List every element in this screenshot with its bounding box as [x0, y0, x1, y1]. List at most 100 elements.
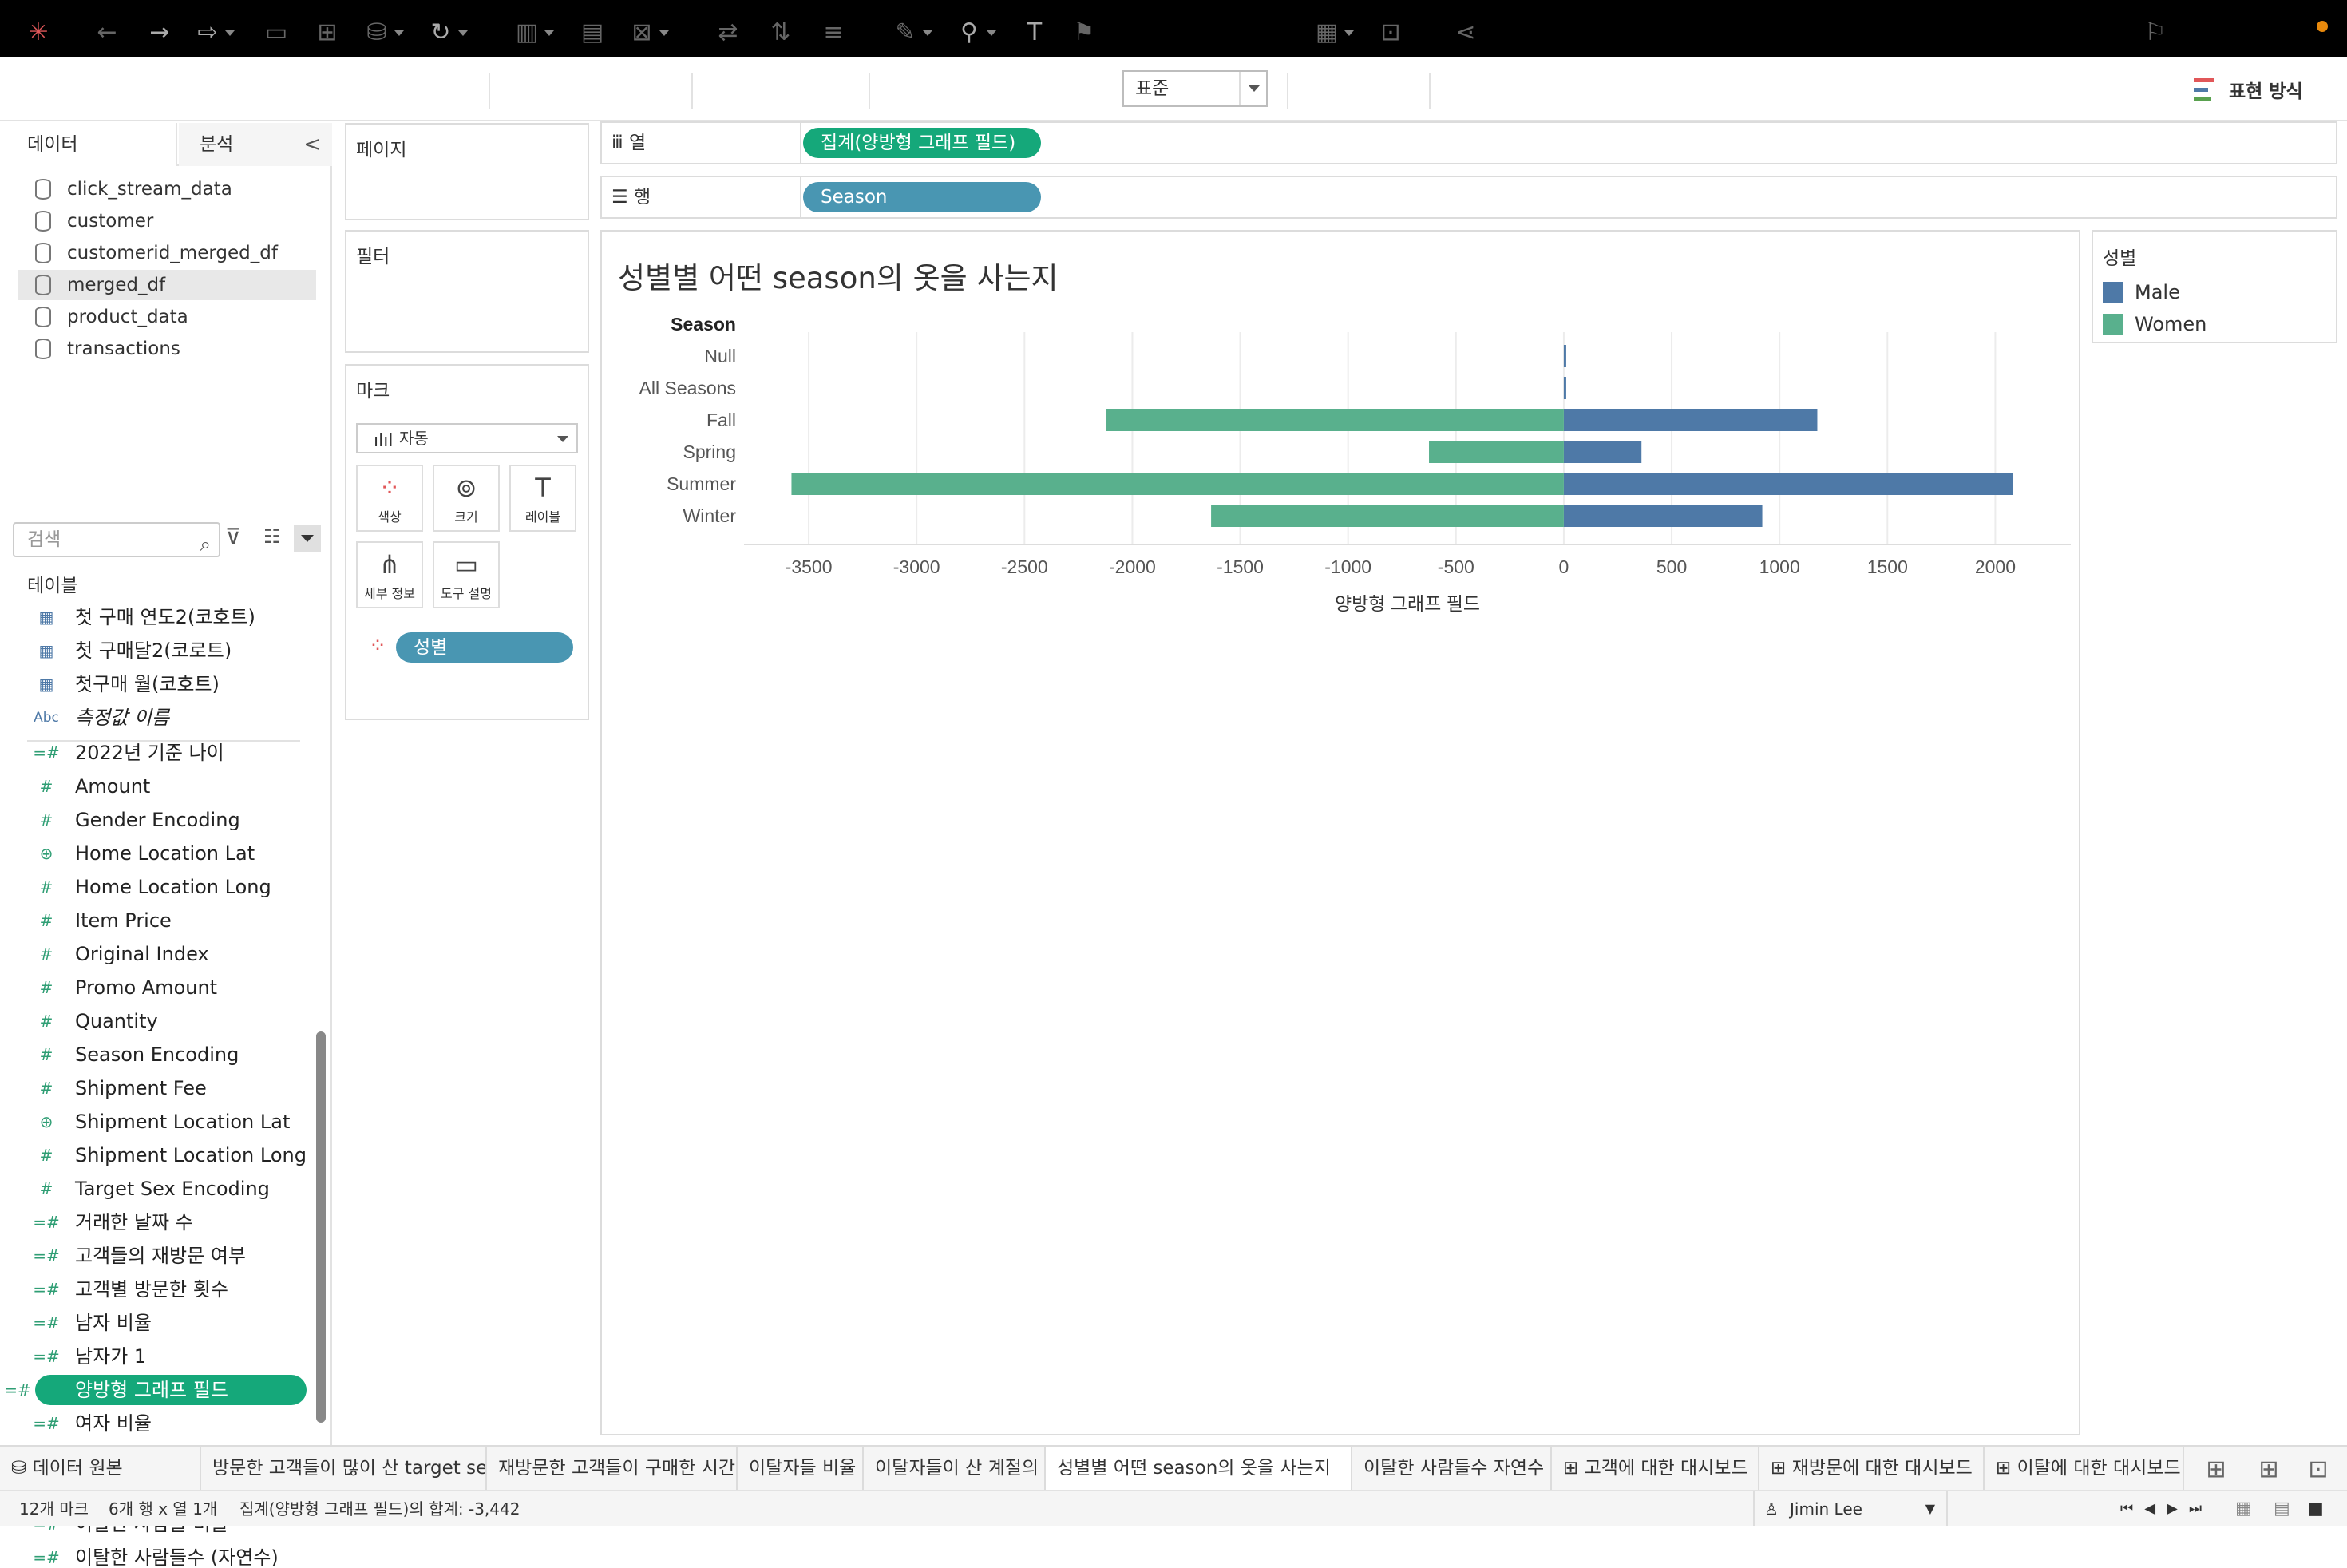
highlight-icon[interactable]: ✎	[889, 14, 932, 49]
group-icon[interactable]: ⚲	[953, 14, 996, 49]
filter-icon[interactable]: ⊽	[225, 524, 242, 550]
field-item[interactable]: =# 여자 비율	[27, 1408, 307, 1439]
swap-icon[interactable]: ⇄	[712, 14, 744, 49]
mark-color-dots-button[interactable]: ⁘ 색상	[356, 465, 423, 532]
search-icon[interactable]: ⌕	[200, 529, 211, 560]
pin-icon[interactable]: ⚑	[1068, 14, 1100, 49]
x-tick-label: 2000	[1975, 556, 2016, 577]
field-item[interactable]: # Quantity	[27, 1006, 307, 1036]
field-item[interactable]: =# 남자가 1	[27, 1341, 307, 1372]
mark-tooltip-button[interactable]: ▭ 도구 설명	[433, 541, 500, 608]
fit-select[interactable]: 표준	[1122, 70, 1268, 107]
sheet-tab[interactable]: 이탈자들 비율	[738, 1447, 864, 1490]
undo-icon[interactable]: ←	[91, 14, 123, 49]
user-menu[interactable]: ♙ Jimin Lee ▼	[1753, 1491, 1948, 1526]
sheet-tab[interactable]: ⊞ 고객에 대한 대시보드	[1552, 1447, 1759, 1490]
field-item[interactable]: # Amount	[27, 771, 307, 802]
sort-ascending-icon[interactable]: ⇅	[765, 14, 797, 49]
field-item[interactable]: =# 고객들의 재방문 여부	[27, 1241, 307, 1271]
field-item[interactable]: # Shipment Location Long	[27, 1140, 307, 1170]
datasource-item[interactable]: merged_df	[18, 270, 316, 300]
field-item[interactable]: =# 이탈한 사람들수 (자연수)	[27, 1542, 307, 1568]
field-item[interactable]: =# 2022년 기준 나이	[27, 738, 307, 768]
grid-view-icon[interactable]: ▦	[2235, 1491, 2252, 1526]
new-worksheet-icon[interactable]: ⊞	[2200, 1451, 2232, 1487]
field-item[interactable]: =# 거래한 날짜 수	[27, 1207, 307, 1237]
search-input[interactable]: 검색 ⌕	[13, 522, 220, 557]
field-item[interactable]: # Shipment Fee	[27, 1073, 307, 1103]
field-item[interactable]: Abc 측정값 이름	[27, 703, 307, 733]
save-icon[interactable]: ▭	[260, 14, 292, 49]
field-item[interactable]: ▦ 첫 구매달2(코로트)	[27, 636, 307, 666]
field-item[interactable]: # Original Index	[27, 939, 307, 969]
mark-label-button[interactable]: T 레이블	[509, 465, 576, 532]
field-item[interactable]: # Season Encoding	[27, 1039, 307, 1070]
tab-analysis[interactable]: 분석 <	[179, 123, 332, 166]
field-item[interactable]: ⊕ Shipment Location Lat	[27, 1107, 307, 1137]
rows-pill[interactable]: Season	[803, 182, 1041, 212]
filmstrip-view-icon[interactable]: ▤	[2274, 1491, 2290, 1526]
tab-view-icon[interactable]: ■	[2307, 1491, 2324, 1526]
sheet-navigation[interactable]: ⏮◀▶⏭	[2120, 1491, 2213, 1526]
pages-card[interactable]: 페이지	[345, 123, 589, 220]
field-item[interactable]: ⊕ Home Location Lat	[27, 838, 307, 869]
new-story-icon[interactable]: ⊡	[2302, 1451, 2334, 1487]
mark-detail-button[interactable]: ⋔ 세부 정보	[356, 541, 423, 608]
datasource-label: merged_df	[67, 275, 166, 295]
view-dropdown-button[interactable]	[294, 525, 321, 552]
datasource-item[interactable]: product_data	[18, 302, 316, 332]
columns-pill[interactable]: 집계(양방형 그래프 필드)	[803, 128, 1041, 158]
sheet-tab[interactable]: 이탈한 사람들수 자연수	[1352, 1447, 1552, 1490]
field-item[interactable]: # Gender Encoding	[27, 805, 307, 835]
field-item[interactable]: # Target Sex Encoding	[27, 1174, 307, 1204]
legend-item-male[interactable]: Male	[2103, 281, 2180, 303]
redo-icon[interactable]: →	[144, 14, 176, 49]
field-item[interactable]: ▦ 첫 구매 연도2(코호트)	[27, 602, 307, 632]
datasource-item[interactable]: customer	[18, 206, 316, 236]
calc-measure-icon: =#	[33, 1213, 60, 1232]
show-labels-icon[interactable]: T	[1019, 14, 1051, 49]
expression-button[interactable]: 표현 방식	[2194, 75, 2303, 104]
refresh-icon[interactable]: ↻	[425, 14, 468, 49]
duplicate-sheet-icon[interactable]: ▤	[576, 14, 608, 49]
field-item[interactable]: # Home Location Long	[27, 872, 307, 902]
presentation-icon[interactable]: ⊡	[1375, 14, 1407, 49]
show-me-icon[interactable]: ▦	[1311, 14, 1354, 49]
field-item[interactable]: # Item Price	[27, 905, 307, 936]
sheet-tab[interactable]: ⊞ 재방문에 대한 대시보드	[1759, 1447, 1985, 1490]
field-item[interactable]: # Promo Amount	[27, 972, 307, 1003]
chevron-down-icon[interactable]	[1239, 72, 1266, 105]
clear-sheet-icon[interactable]: ⊠	[626, 14, 669, 49]
mark-size-button[interactable]: ⊚ 크기	[433, 465, 500, 532]
field-item[interactable]: ▦ 첫구매 월(코호트)	[27, 669, 307, 699]
signpost-icon[interactable]: ⚐	[2139, 14, 2171, 49]
tab-data[interactable]: 데이터	[0, 123, 177, 166]
replay-icon[interactable]: ⇨	[192, 14, 235, 49]
field-item[interactable]: =# 양방형 그래프 필드	[4, 1375, 307, 1405]
sheet-tab[interactable]: 방문한 고객들이 많이 산 target se...	[201, 1447, 487, 1490]
tableau-logo-icon[interactable]: ✳	[22, 14, 54, 49]
datasource-icon[interactable]: ⛁	[361, 14, 404, 49]
field-item[interactable]: =# 고객별 방문한 횟수	[27, 1274, 307, 1305]
tab-data-source[interactable]: ⛁ 데이터 원본	[0, 1447, 201, 1490]
new-sheet-icon[interactable]: ▥	[511, 14, 554, 49]
datasource-item[interactable]: customerid_merged_df	[18, 238, 316, 268]
sheet-tab[interactable]: ⊞ 이탈에 대한 대시보드	[1985, 1447, 2184, 1490]
share-icon[interactable]: ⋖	[1450, 14, 1482, 49]
mark-type-select[interactable]: ılıl 자동	[356, 423, 578, 453]
list-view-icon[interactable]: ☷	[263, 525, 281, 548]
datasource-item[interactable]: click_stream_data	[18, 174, 316, 204]
sheet-tab[interactable]: 이탈자들이 산 계절의 옷	[864, 1447, 1046, 1490]
sort-descending-icon[interactable]: ≡	[817, 14, 849, 49]
sheet-tab[interactable]: 성별별 어떤 season의 옷을 사는지	[1046, 1447, 1352, 1490]
filters-card[interactable]: 필터	[345, 230, 589, 353]
collapse-icon[interactable]: <	[303, 123, 321, 166]
color-pill[interactable]: 성별	[396, 632, 573, 663]
datasource-item[interactable]: transactions	[18, 334, 316, 364]
field-item[interactable]: =# 남자 비율	[27, 1308, 307, 1338]
field-list-scrollbar[interactable]	[316, 1031, 326, 1423]
new-dashboard-icon[interactable]: ⊞	[2253, 1451, 2285, 1487]
sheet-tab[interactable]: 재방문한 고객들이 구매한 시간	[487, 1447, 738, 1490]
new-datasource-icon[interactable]: ⊞	[311, 14, 343, 49]
legend-item-women[interactable]: Women	[2103, 313, 2206, 335]
